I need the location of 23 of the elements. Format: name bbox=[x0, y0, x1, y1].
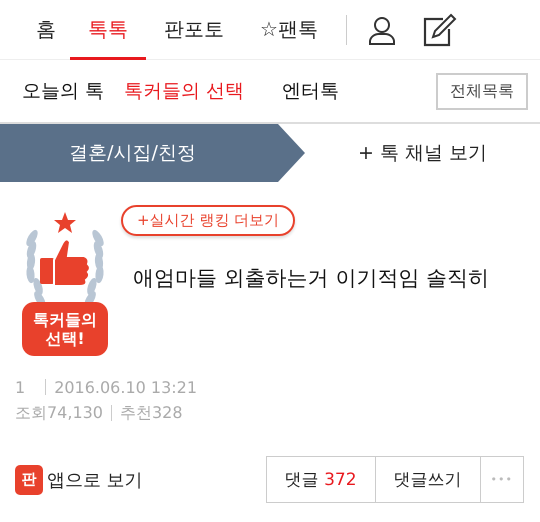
ranking-link[interactable]: +실시간 랭킹 더보기 bbox=[121, 205, 296, 236]
edit-icon[interactable] bbox=[422, 12, 457, 46]
channel-tab[interactable]: 결혼/시집/친정 bbox=[0, 124, 305, 182]
view-count: 조회74,130 bbox=[15, 402, 103, 424]
comments-button[interactable]: 댓글 372 bbox=[266, 456, 376, 503]
app-icon[interactable]: 판 bbox=[15, 464, 43, 494]
nav-tab[interactable]: 판포토 bbox=[146, 0, 242, 60]
subnav-tab[interactable]: 엔터톡 bbox=[282, 78, 340, 104]
subnav-tab[interactable]: 오늘의 톡 bbox=[22, 78, 104, 104]
post-number: 1 bbox=[15, 378, 26, 396]
subnav-tab[interactable]: 톡커들의 선택 bbox=[124, 78, 244, 104]
app-link[interactable]: 앱으로 보기 bbox=[47, 468, 143, 492]
user-icon[interactable] bbox=[366, 14, 397, 44]
nav-tab[interactable]: ☆팬톡 bbox=[242, 0, 336, 60]
nav-tab[interactable]: 홈 bbox=[22, 0, 70, 60]
badge-label: 톡커들의 선택! bbox=[22, 302, 108, 356]
all-list-button[interactable]: 전체목록 bbox=[436, 72, 528, 110]
channel-link[interactable]: + 톡 채널 보기 bbox=[305, 140, 540, 166]
like-count: 추천328 bbox=[120, 402, 183, 424]
post-title: 애엄마들 외출하는거 이기적임 솔직히 bbox=[133, 265, 490, 292]
post-date: 2016.06.10 13:21 bbox=[54, 378, 197, 396]
write-comment-button[interactable]: 댓글쓰기 bbox=[374, 456, 481, 503]
nav-tab[interactable]: 톡톡 bbox=[70, 0, 146, 60]
